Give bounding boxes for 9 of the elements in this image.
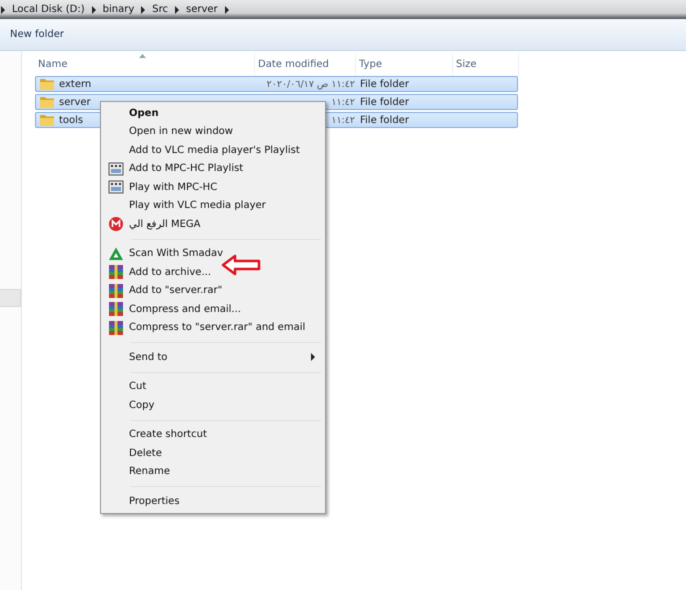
date-modified: ٢٠٢٠/٠٦/١٧ ص ١١:٤٢ — [266, 78, 355, 90]
file-type: File folder — [360, 78, 409, 90]
file-type: File folder — [360, 114, 409, 126]
file-name: tools — [59, 114, 84, 126]
file-name: server — [59, 96, 91, 108]
file-name: extern — [59, 78, 92, 90]
date-modified: ١١:٤٢ — [331, 114, 355, 126]
date-modified: ١١:٤٢ — [331, 96, 355, 108]
file-type: File folder — [360, 96, 409, 108]
